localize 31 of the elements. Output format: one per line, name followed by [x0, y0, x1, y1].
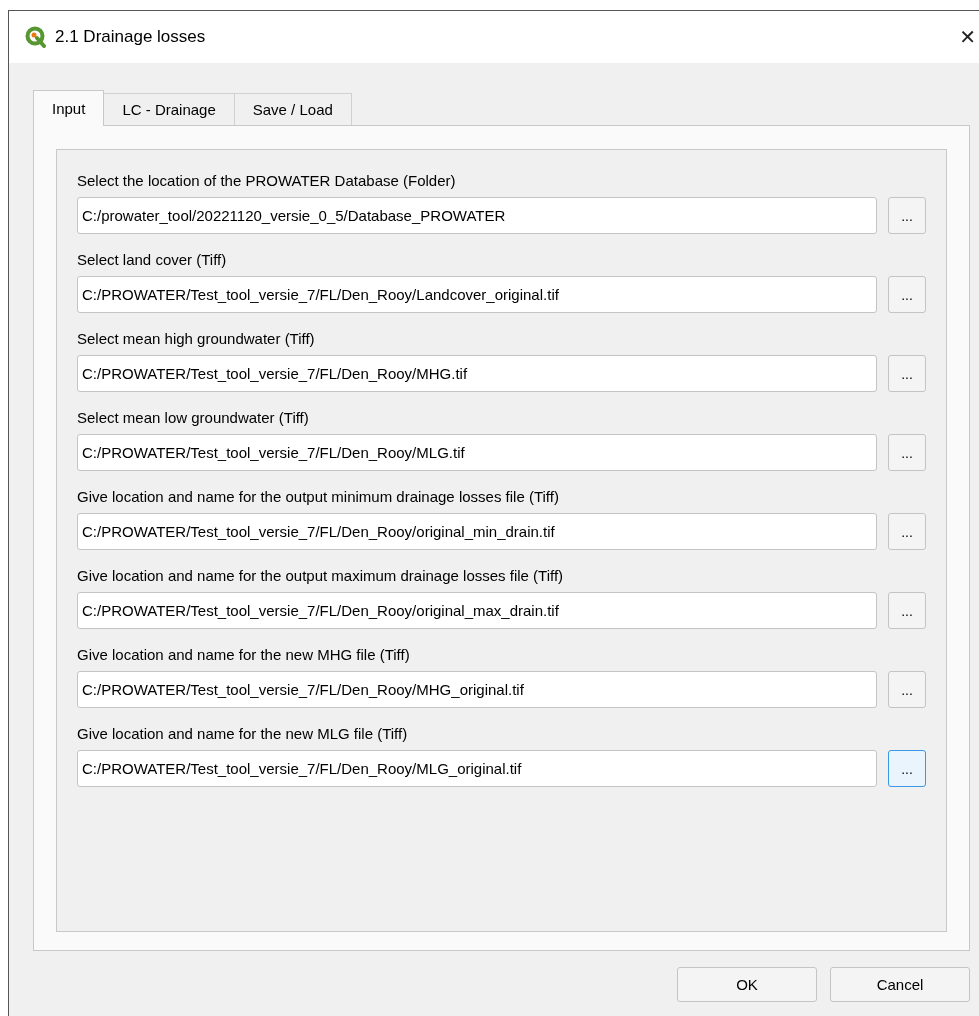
window-title: 2.1 Drainage losses [55, 27, 206, 47]
cancel-button[interactable]: Cancel [830, 967, 970, 1002]
field-label: Give location and name for the output maximum drainage losses file (Tiff) [77, 567, 565, 585]
tab[interactable]: Input [33, 90, 105, 126]
path-field[interactable]: C:/prowater_tool/20221120_versie_0_5/Database_PROWATER [77, 197, 877, 234]
field-label: Give location and name for the new MLG file (Tiff) [77, 725, 409, 743]
field-label: Give location and name for the new MHG file (Tiff) [77, 646, 411, 664]
path-field[interactable]: C:/PROWATER/Test_tool_versie_7/FL/Den_Rooy/MLG_original.tif [77, 750, 877, 787]
path-field[interactable]: C:/PROWATER/Test_tool_versie_7/FL/Den_Rooy/original_max_drain.tif [77, 592, 877, 629]
browse-button[interactable]: ... [888, 355, 926, 392]
browse-button[interactable]: ... [888, 434, 926, 471]
browse-button[interactable]: ... [888, 513, 926, 550]
path-field[interactable]: C:/PROWATER/Test_tool_versie_7/FL/Den_Rooy/MHG.tif [77, 355, 877, 392]
path-field[interactable]: C:/PROWATER/Test_tool_versie_7/FL/Den_Rooy/Landcover_original.tif [77, 276, 877, 313]
close-button[interactable]: ✕ [959, 25, 976, 49]
path-field[interactable]: C:/PROWATER/Test_tool_versie_7/FL/Den_Rooy/original_min_drain.tif [77, 513, 877, 550]
browse-button[interactable]: ... [888, 197, 926, 234]
browse-button[interactable]: ... [888, 671, 926, 708]
field-label: Select mean high groundwater (Tiff) [77, 330, 316, 348]
browse-button[interactable]: ... [888, 276, 926, 313]
path-field[interactable]: C:/PROWATER/Test_tool_versie_7/FL/Den_Rooy/MLG.tif [77, 434, 877, 471]
browse-button[interactable]: ... [888, 750, 926, 787]
tab[interactable]: Save / Load [233, 93, 352, 125]
field-label: Select mean low groundwater (Tiff) [77, 409, 310, 427]
field-label: Select the location of the PROWATER Database (Folder) [77, 172, 457, 190]
field-label: Select land cover (Tiff) [77, 251, 228, 269]
ok-button[interactable]: OK [677, 967, 817, 1002]
browse-button[interactable]: ... [888, 592, 926, 629]
field-label: Give location and name for the output minimum drainage losses file (Tiff) [77, 488, 560, 506]
path-field[interactable]: C:/PROWATER/Test_tool_versie_7/FL/Den_Rooy/MHG_original.tif [77, 671, 877, 708]
app-logo-icon [25, 26, 47, 48]
